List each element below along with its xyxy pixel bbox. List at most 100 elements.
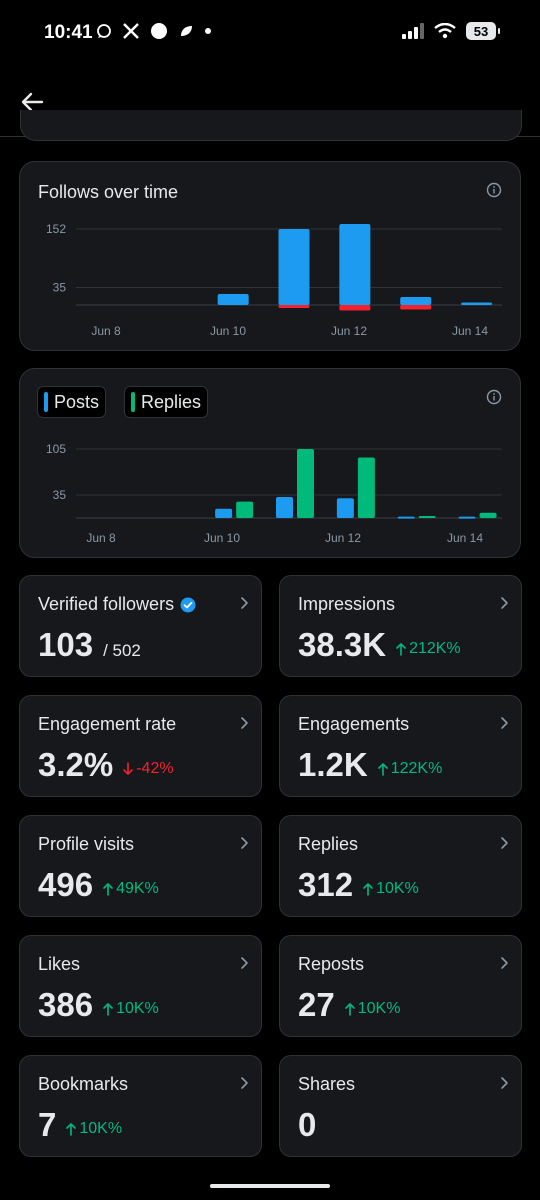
metric-card[interactable]: Engagements 1.2K 122K% [279, 695, 522, 797]
arrow-down-icon [123, 762, 134, 775]
metric-value: 496 [38, 866, 94, 903]
metric-card[interactable]: Bookmarks 7 10K% [19, 1055, 262, 1157]
metric-value-row: 496 49K% [38, 866, 159, 904]
metric-value-row: 27 10K% [298, 986, 400, 1024]
follows-bar[interactable] [339, 224, 371, 305]
x-tick-label: Jun 10 [210, 324, 246, 338]
metric-label-text: Profile visits [38, 834, 135, 854]
x-logo-icon [123, 23, 139, 39]
metric-card[interactable]: Impressions 38.3K 212K% [279, 575, 522, 677]
unfollows-bar[interactable] [278, 305, 310, 308]
metric-value: 38.3K [298, 626, 387, 663]
metric-label-text: Verified followers [38, 594, 175, 614]
metric-label-text: Likes [38, 954, 81, 974]
metric-label-text: Impressions [298, 594, 396, 614]
arrow-up-icon [103, 883, 113, 896]
x-tick-label: Jun 14 [447, 531, 483, 545]
x-tick-label: Jun 12 [331, 324, 367, 338]
follows-bar[interactable] [278, 229, 310, 305]
metric-value: 27 [298, 986, 335, 1023]
metric-change: 49K% [103, 880, 159, 898]
metric-value-row: 38.3K 212K% [298, 626, 461, 664]
metric-label-text: Engagement rate [38, 714, 177, 734]
arrow-up-icon [396, 643, 406, 656]
posts-replies-chart-card: Posts Replies 35 105 Jun 8 Jun 10 Jun 12 Jun … [19, 368, 521, 558]
metric-change-text: 10K% [116, 1000, 159, 1017]
metric-change: 212K% [396, 640, 461, 658]
message-icon [97, 24, 111, 38]
metric-value-row: 3.2% -42% [38, 746, 174, 784]
chevron-right-icon [501, 717, 508, 729]
metric-value: 103 [38, 626, 94, 663]
status-notification-icons [96, 22, 212, 40]
metric-value-row: 312 10K% [298, 866, 419, 904]
replies-bar[interactable] [297, 449, 314, 518]
circle-app-icon [151, 23, 167, 39]
posts-bar[interactable] [336, 498, 354, 518]
metric-value-row: 1.2K 122K% [298, 746, 442, 784]
metric-change: 10K% [363, 880, 419, 898]
metric-card[interactable]: Reposts 27 10K% [279, 935, 522, 1037]
unfollows-bar[interactable] [339, 305, 371, 311]
follows-chart-card: Follows over time 35 152 Jun 8 Jun 10 Jun 12… [19, 161, 521, 351]
y-tick-label: 152 [46, 222, 66, 236]
previous-card-edge [20, 110, 522, 141]
unfollows-bar[interactable] [400, 305, 432, 310]
posts-bar[interactable] [458, 516, 476, 519]
status-bar: 10:41 53 [0, 0, 540, 66]
metric-value: 312 [298, 866, 354, 903]
metric-value-row: 7 10K% [38, 1106, 122, 1144]
metric-change-text: 122K% [390, 760, 443, 777]
chevron-right-icon [241, 837, 248, 849]
replies-bar[interactable] [418, 516, 436, 519]
status-system-icons: 53 [402, 22, 500, 40]
follows-chart: 35 152 Jun 8 Jun 10 Jun 12 Jun 14 [46, 222, 502, 338]
chevron-right-icon [501, 957, 508, 969]
metric-label-text: Reposts [298, 954, 365, 974]
y-tick-label: 35 [53, 488, 67, 502]
replies-bar[interactable] [357, 457, 375, 518]
status-time: 10:41 [44, 22, 93, 43]
verified-badge-icon [180, 597, 196, 612]
metric-label-text: Bookmarks [38, 1074, 129, 1094]
follows-bar[interactable] [217, 294, 249, 305]
follows-bar[interactable] [400, 297, 432, 305]
posts-bar[interactable] [215, 508, 233, 518]
x-tick-label: Jun 8 [91, 324, 121, 338]
chevron-right-icon [241, 597, 248, 609]
metric-change-text: 10K% [376, 880, 419, 897]
replies-bar[interactable] [479, 512, 497, 518]
posts-replies-chart: 35 105 Jun 8 Jun 10 Jun 12 Jun 14 [46, 442, 502, 545]
metric-change-text: 10K% [79, 1120, 123, 1137]
posts-bar[interactable] [276, 496, 293, 518]
posts-bar[interactable] [397, 516, 415, 519]
x-tick-label: Jun 8 [86, 531, 116, 545]
metric-card[interactable]: Profile visits 496 49K% [19, 815, 262, 917]
replies-bar[interactable] [236, 501, 254, 518]
metric-label: Shares [298, 1074, 355, 1095]
metric-value: 1.2K [298, 746, 368, 783]
metric-total: / 502 [103, 641, 141, 660]
battery-indicator: 53 [466, 22, 500, 40]
metric-card[interactable]: Engagement rate 3.2% -42% [19, 695, 262, 797]
metric-label-text: Shares [298, 1074, 356, 1094]
metric-change: 10K% [344, 1000, 400, 1018]
metric-label: Verified followers [38, 594, 196, 615]
chevron-right-icon [241, 1077, 248, 1089]
y-tick-label: 105 [46, 442, 66, 456]
metric-label: Likes [38, 954, 80, 975]
signal-icon [402, 23, 424, 39]
metric-card[interactable]: Shares 0 [279, 1055, 522, 1157]
metric-card[interactable]: Replies 312 10K% [279, 815, 522, 917]
metric-card[interactable]: Verified followers 103 / 502 [19, 575, 262, 677]
metric-card[interactable]: Likes 386 10K% [19, 935, 262, 1037]
metric-value-row: 0 [298, 1106, 316, 1144]
chevron-right-icon [501, 1077, 508, 1089]
metric-label-text: Replies [298, 834, 359, 854]
metric-value-row: 386 10K% [38, 986, 159, 1024]
metric-label: Replies [298, 834, 358, 855]
metric-value: 7 [38, 1106, 57, 1143]
follows-bar[interactable] [461, 302, 493, 306]
x-tick-label: Jun 14 [452, 324, 488, 338]
metric-label: Impressions [298, 594, 395, 615]
